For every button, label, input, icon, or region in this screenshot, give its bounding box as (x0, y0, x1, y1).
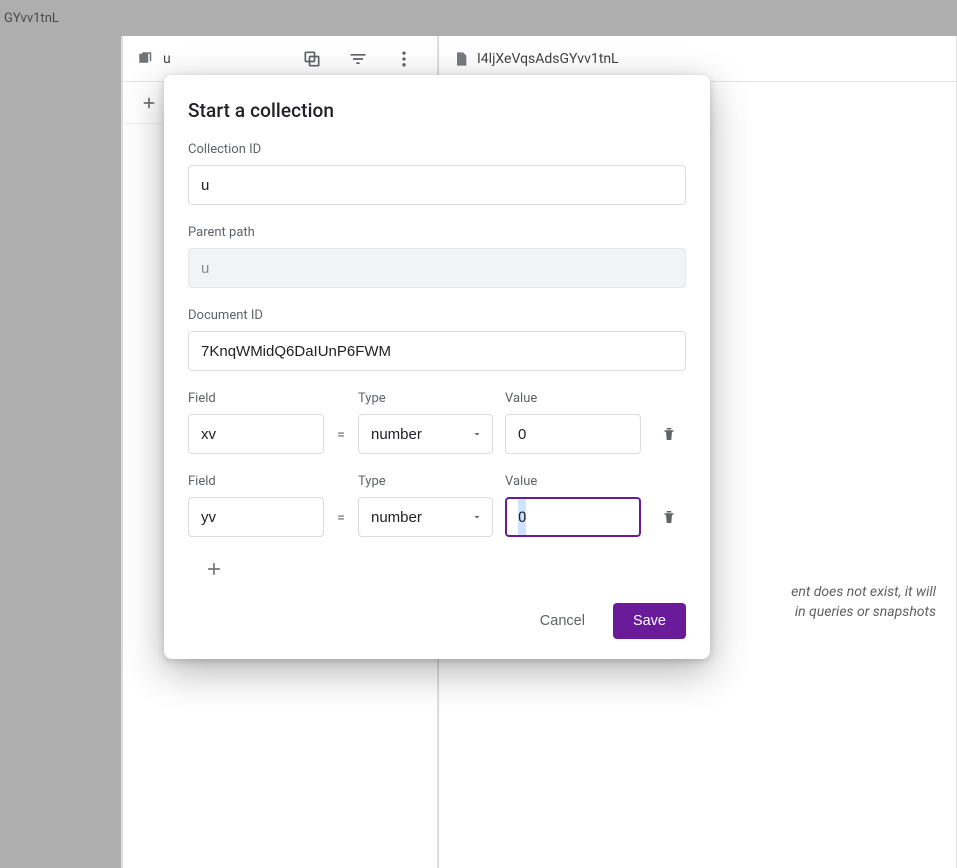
cancel-button[interactable]: Cancel (520, 603, 605, 639)
modal-actions: Cancel Save (188, 603, 686, 639)
delete-field-button-1[interactable] (653, 497, 685, 537)
value-label-0: Value (505, 391, 641, 406)
field-type-select-0[interactable] (358, 414, 493, 454)
field-type-select-1[interactable] (358, 497, 493, 537)
parent-path-input (188, 248, 686, 288)
parent-path-group: Parent path (188, 225, 686, 288)
equals-sign-1: = (336, 510, 346, 537)
type-label-1: Type (358, 474, 493, 489)
value-label-1: Value (505, 474, 641, 489)
field-value-text-1: 0 (518, 499, 526, 535)
field-label-1: Field (188, 474, 324, 489)
field-row-1: Field = Type Value 0 (188, 474, 686, 537)
document-id-group: Document ID (188, 308, 686, 371)
parent-path-label: Parent path (188, 225, 686, 240)
equals-sign-0: = (336, 427, 346, 454)
field-value-input-1[interactable]: 0 (505, 497, 641, 537)
modal-overlay: Start a collection Collection ID Parent … (0, 0, 957, 868)
modal-title: Start a collection (188, 99, 686, 122)
field-name-input-1[interactable] (188, 497, 324, 537)
save-button[interactable]: Save (613, 603, 686, 639)
collection-id-group: Collection ID (188, 142, 686, 205)
field-row-0: Field = Type Value (188, 391, 686, 454)
collection-id-input[interactable] (188, 165, 686, 205)
document-id-label: Document ID (188, 308, 686, 323)
field-name-input-0[interactable] (188, 414, 324, 454)
field-value-input-0[interactable] (505, 414, 641, 454)
type-label-0: Type (358, 391, 493, 406)
collection-id-label: Collection ID (188, 142, 686, 157)
delete-field-button-0[interactable] (653, 414, 685, 454)
document-id-input[interactable] (188, 331, 686, 371)
add-field-button[interactable] (202, 557, 226, 581)
field-label-0: Field (188, 391, 324, 406)
start-collection-modal: Start a collection Collection ID Parent … (164, 75, 710, 659)
